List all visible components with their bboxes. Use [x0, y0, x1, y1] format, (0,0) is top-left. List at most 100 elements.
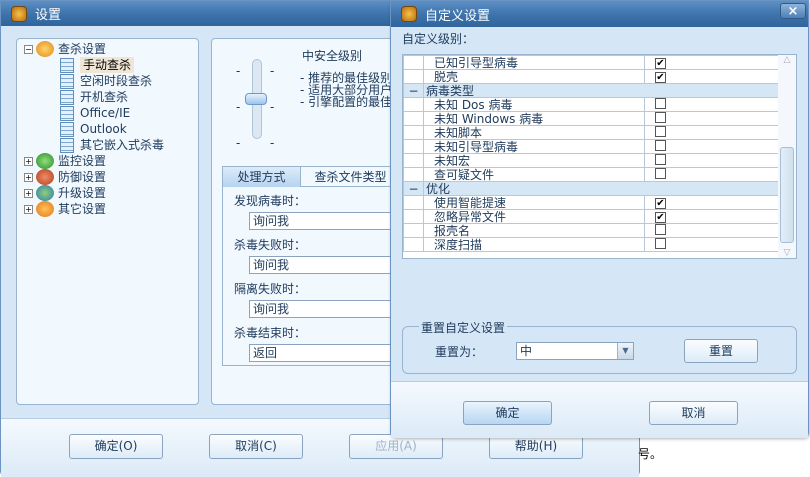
tree-leaf-label: 其它嵌入式杀毒	[80, 138, 165, 152]
option-row: 查可疑文件	[403, 167, 779, 182]
option-checkbox[interactable]: ✔	[655, 72, 666, 83]
reset-level-select[interactable]: 中 ▼	[516, 342, 634, 360]
select-value: 询问我	[253, 214, 290, 228]
slider-ticks: ---	[270, 64, 275, 150]
tree-leaf[interactable]: 开机查杀	[60, 89, 128, 105]
tab-handling[interactable]: 处理方式	[223, 167, 300, 187]
tree-leaf[interactable]: 其它嵌入式杀毒	[60, 137, 164, 153]
level-slider-thumb[interactable]	[245, 93, 267, 105]
option-checkbox[interactable]	[655, 238, 666, 249]
reset-button[interactable]: 重置	[684, 339, 758, 363]
expand-icon[interactable]: +	[24, 172, 33, 182]
option-label: 深度扫描	[423, 237, 645, 252]
tree-node-label: 防御设置	[58, 170, 107, 184]
field-label: 隔离失败时：	[234, 282, 307, 296]
option-checkbox[interactable]	[655, 224, 666, 235]
option-row: 已知引导型病毒 ✔	[403, 55, 779, 70]
desc-line: - 引擎配置的最佳	[300, 95, 393, 109]
tree-node-label: 其它设置	[58, 202, 107, 216]
tree-node[interactable]: + 防御设置	[24, 169, 106, 185]
field-label: 发现病毒时：	[234, 194, 307, 208]
tree-leaf-label: 空闲时段查杀	[80, 74, 153, 88]
tree-node-label: 监控设置	[58, 154, 107, 168]
option-label: 报壳名	[423, 223, 645, 238]
tree-node[interactable]: − 查杀设置	[24, 41, 106, 57]
option-label: 已知引导型病毒	[423, 55, 645, 70]
document-icon	[60, 121, 74, 137]
dialog-button-bar: 确定 取消	[391, 381, 808, 438]
tree-node[interactable]: + 监控设置	[24, 153, 106, 169]
group-label: 病毒类型	[423, 83, 779, 98]
dialog-title-bar: 自定义设置 ×	[391, 1, 808, 27]
tree-leaf-label: Office/IE	[80, 106, 131, 120]
option-label: 使用智能提速	[423, 195, 645, 210]
document-icon	[60, 73, 74, 89]
option-checkbox[interactable]	[655, 112, 666, 123]
option-checkbox[interactable]	[655, 126, 666, 137]
background-text: 号。	[638, 447, 663, 461]
category-icon	[36, 201, 54, 217]
expand-icon[interactable]: +	[24, 156, 33, 166]
scrollbar[interactable]: △ ▽	[778, 55, 796, 258]
scroll-thumb[interactable]	[780, 147, 794, 243]
settings-tree: − 查杀设置 手动查杀 空闲时段查杀 开机查杀 Office/IE Outlook 其它嵌入式…	[16, 38, 199, 405]
field-label: 杀毒失败时：	[234, 238, 307, 252]
scroll-down-icon[interactable]: ▽	[778, 248, 796, 258]
option-label: 忽略异常文件	[423, 209, 645, 224]
option-row: 忽略异常文件 ✔	[403, 209, 779, 224]
app-logo-icon	[11, 5, 27, 22]
dialog-ok-button[interactable]: 确定	[463, 401, 552, 425]
app-logo-icon	[401, 6, 417, 22]
option-checkbox[interactable]	[655, 98, 666, 109]
tree-leaf[interactable]: 手动查杀	[60, 57, 135, 73]
scroll-up-icon[interactable]: △	[778, 55, 796, 69]
tree-leaf-label: 手动查杀	[80, 57, 135, 73]
level-description: - 推荐的最佳级别 - 适用大部分用户 - 引擎配置的最佳	[300, 72, 392, 108]
option-checkbox[interactable]: ✔	[655, 198, 666, 209]
select-value: 询问我	[253, 258, 290, 272]
collapse-icon[interactable]: −	[403, 83, 424, 98]
tree-node-label: 查杀设置	[58, 42, 107, 56]
option-label: 未知 Dos 病毒	[423, 97, 645, 112]
level-panel: --- --- 中安全级别 - 推荐的最佳级别 - 适用大部分用户 - 引擎配置…	[211, 38, 422, 405]
close-icon[interactable]: ×	[780, 3, 806, 19]
option-checkbox[interactable]	[655, 168, 666, 179]
tree-leaf-label: Outlook	[80, 122, 127, 136]
dialog-title: 自定义设置	[425, 8, 491, 24]
custom-level-label: 自定义级别：	[402, 32, 475, 46]
tree-node[interactable]: + 其它设置	[24, 201, 106, 217]
ok-button[interactable]: 确定(O)	[69, 434, 163, 459]
option-row: 使用智能提速 ✔	[403, 195, 779, 210]
option-row: 未知 Dos 病毒	[403, 97, 779, 112]
option-checkbox[interactable]: ✔	[655, 58, 666, 69]
option-checkbox[interactable]	[655, 154, 666, 165]
group-row[interactable]: − 优化	[403, 181, 779, 196]
tree-leaf[interactable]: Office/IE	[60, 105, 130, 121]
expand-icon[interactable]: +	[24, 204, 33, 214]
dialog-cancel-button[interactable]: 取消	[649, 401, 738, 425]
collapse-icon[interactable]: −	[403, 181, 424, 196]
option-row: 脱壳 ✔	[403, 69, 779, 84]
document-icon	[60, 137, 74, 153]
tree-leaf[interactable]: 空闲时段查杀	[60, 73, 152, 89]
tree-node[interactable]: + 升级设置	[24, 185, 106, 201]
option-checkbox[interactable]: ✔	[655, 212, 666, 223]
cancel-button[interactable]: 取消(C)	[209, 434, 303, 459]
tree-leaf[interactable]: Outlook	[60, 121, 127, 137]
option-row: 未知脚本	[403, 125, 779, 140]
option-label: 未知引导型病毒	[423, 139, 645, 154]
group-label: 优化	[423, 181, 779, 196]
document-icon	[60, 105, 74, 121]
option-label: 脱壳	[423, 69, 645, 84]
option-row: 未知引导型病毒	[403, 139, 779, 154]
group-row[interactable]: − 病毒类型	[403, 83, 779, 98]
option-label: 未知宏	[423, 153, 645, 168]
category-icon	[36, 41, 54, 57]
option-checkbox[interactable]	[655, 140, 666, 151]
tab-file-types[interactable]: 查杀文件类型	[300, 167, 400, 187]
chevron-down-icon[interactable]: ▼	[617, 343, 633, 359]
expand-icon[interactable]: +	[24, 188, 33, 198]
options-grid: 已知引导型病毒 ✔ 脱壳 ✔ − 病毒类型 未知 Dos 病毒 未知 Windows 病毒 未知…	[402, 54, 797, 259]
tree-leaf-label: 开机查杀	[80, 90, 129, 104]
collapse-icon[interactable]: −	[24, 44, 33, 54]
